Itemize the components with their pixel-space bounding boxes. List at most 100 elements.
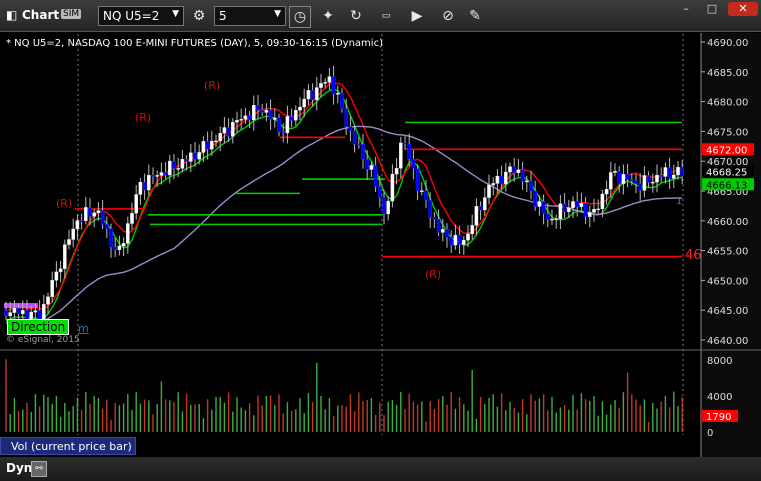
chart-description: * NQ U5=2, NASDAQ 100 E-MINI FUTURES (DA… <box>6 38 383 49</box>
price-tick-label: 4685.00 <box>707 68 748 79</box>
candle-body <box>541 201 546 214</box>
candle-body <box>315 87 319 101</box>
candle-body <box>512 166 516 174</box>
candle-body <box>239 119 244 121</box>
candle-body <box>289 116 294 121</box>
candle-body <box>470 225 475 235</box>
candle-body <box>230 121 235 137</box>
candle-body <box>361 144 365 160</box>
candle-body <box>63 244 67 269</box>
binoculars-icon[interactable]: ⚯ <box>31 461 47 477</box>
candle-body <box>323 82 328 84</box>
candle-body <box>50 280 54 297</box>
candle-body <box>46 296 50 305</box>
candle-body <box>88 207 92 217</box>
candle-body <box>138 181 143 195</box>
candle-body <box>235 120 239 123</box>
candle-body <box>483 197 487 211</box>
candle-body <box>642 175 647 191</box>
candle-body <box>575 201 579 207</box>
purple-box <box>4 303 38 309</box>
candle-body <box>348 126 353 132</box>
candle-body <box>592 209 596 213</box>
candle-body <box>588 212 592 217</box>
candle-body <box>617 170 621 184</box>
candle-body <box>310 90 315 101</box>
candle-body <box>222 127 227 134</box>
candle-body <box>243 115 248 120</box>
candle-body <box>336 93 340 95</box>
candle-body <box>495 175 500 184</box>
candle-body <box>214 140 218 143</box>
direction-label[interactable]: Direction <box>7 319 70 335</box>
candle-body <box>474 206 479 226</box>
candle-body <box>16 307 21 315</box>
candle-body <box>638 183 642 191</box>
status-bar: Dyn ⚯ <box>0 457 761 481</box>
candle-body <box>180 159 185 169</box>
candle-body <box>399 142 403 169</box>
candle-body <box>646 175 651 183</box>
candle-body <box>8 312 13 317</box>
price-badge-label: 4666.13 <box>706 180 747 191</box>
candle-body <box>449 236 454 246</box>
price-tick-label: 4680.00 <box>707 98 748 109</box>
candle-body <box>600 193 605 210</box>
candle-body <box>201 141 206 153</box>
candle-body <box>529 180 533 192</box>
candle-body <box>67 239 71 245</box>
grid-lines <box>0 33 761 457</box>
candle-body <box>672 174 676 179</box>
candle-body <box>478 206 483 211</box>
candle-body <box>525 180 529 183</box>
candle-body <box>167 160 172 176</box>
count-digit: 1 <box>676 196 683 207</box>
candle-body <box>424 190 428 201</box>
candle-body <box>462 239 466 245</box>
candle-body <box>432 216 437 220</box>
candle-body <box>184 159 189 162</box>
candle-body <box>386 200 391 215</box>
candle-body <box>302 98 307 108</box>
candle-body <box>365 159 370 170</box>
candle-body <box>676 166 680 176</box>
candle-body <box>264 109 269 113</box>
dyn-label[interactable]: Dyn <box>6 461 32 475</box>
candle-body <box>609 172 613 190</box>
candle-body <box>218 133 223 142</box>
candle-body <box>247 115 252 121</box>
candle-body <box>12 307 17 313</box>
volume-badge-label: 1790 <box>706 412 731 423</box>
direction-suffix: m <box>78 322 89 335</box>
candle-body <box>407 143 412 160</box>
price-badge-label: 4668.25 <box>706 168 747 179</box>
price-tick-label: 4690.00 <box>707 38 748 49</box>
candle-body <box>491 183 496 186</box>
candle-body <box>125 223 130 244</box>
candle-body <box>268 109 273 120</box>
candle-body <box>277 117 281 132</box>
chart-area[interactable]: 4690.004685.004680.004675.004670.004665.… <box>0 0 761 481</box>
candle-body <box>508 166 512 173</box>
candle-body <box>369 165 374 170</box>
r-marker: (R) <box>204 79 221 92</box>
candle-body <box>155 175 160 177</box>
candle-body <box>163 172 168 176</box>
candle-body <box>109 228 113 248</box>
candle-body <box>176 168 181 170</box>
candle-body <box>172 160 176 169</box>
candle-body <box>256 105 260 111</box>
volume-pane-label[interactable]: Vol (current price bar) <box>0 437 136 455</box>
candle-body <box>4 310 8 317</box>
candle-body <box>344 108 349 127</box>
candle-body <box>415 168 420 191</box>
candle-body <box>151 175 155 177</box>
candle-body <box>579 202 584 207</box>
candle-body <box>382 197 386 215</box>
esignal-copyright: © eSignal, 2015 <box>6 335 80 345</box>
price-badge-label: 4672.00 <box>706 145 747 156</box>
candle-body <box>205 141 210 150</box>
candle-body <box>390 173 395 202</box>
candle-body <box>550 218 554 221</box>
candle-body <box>453 234 458 246</box>
